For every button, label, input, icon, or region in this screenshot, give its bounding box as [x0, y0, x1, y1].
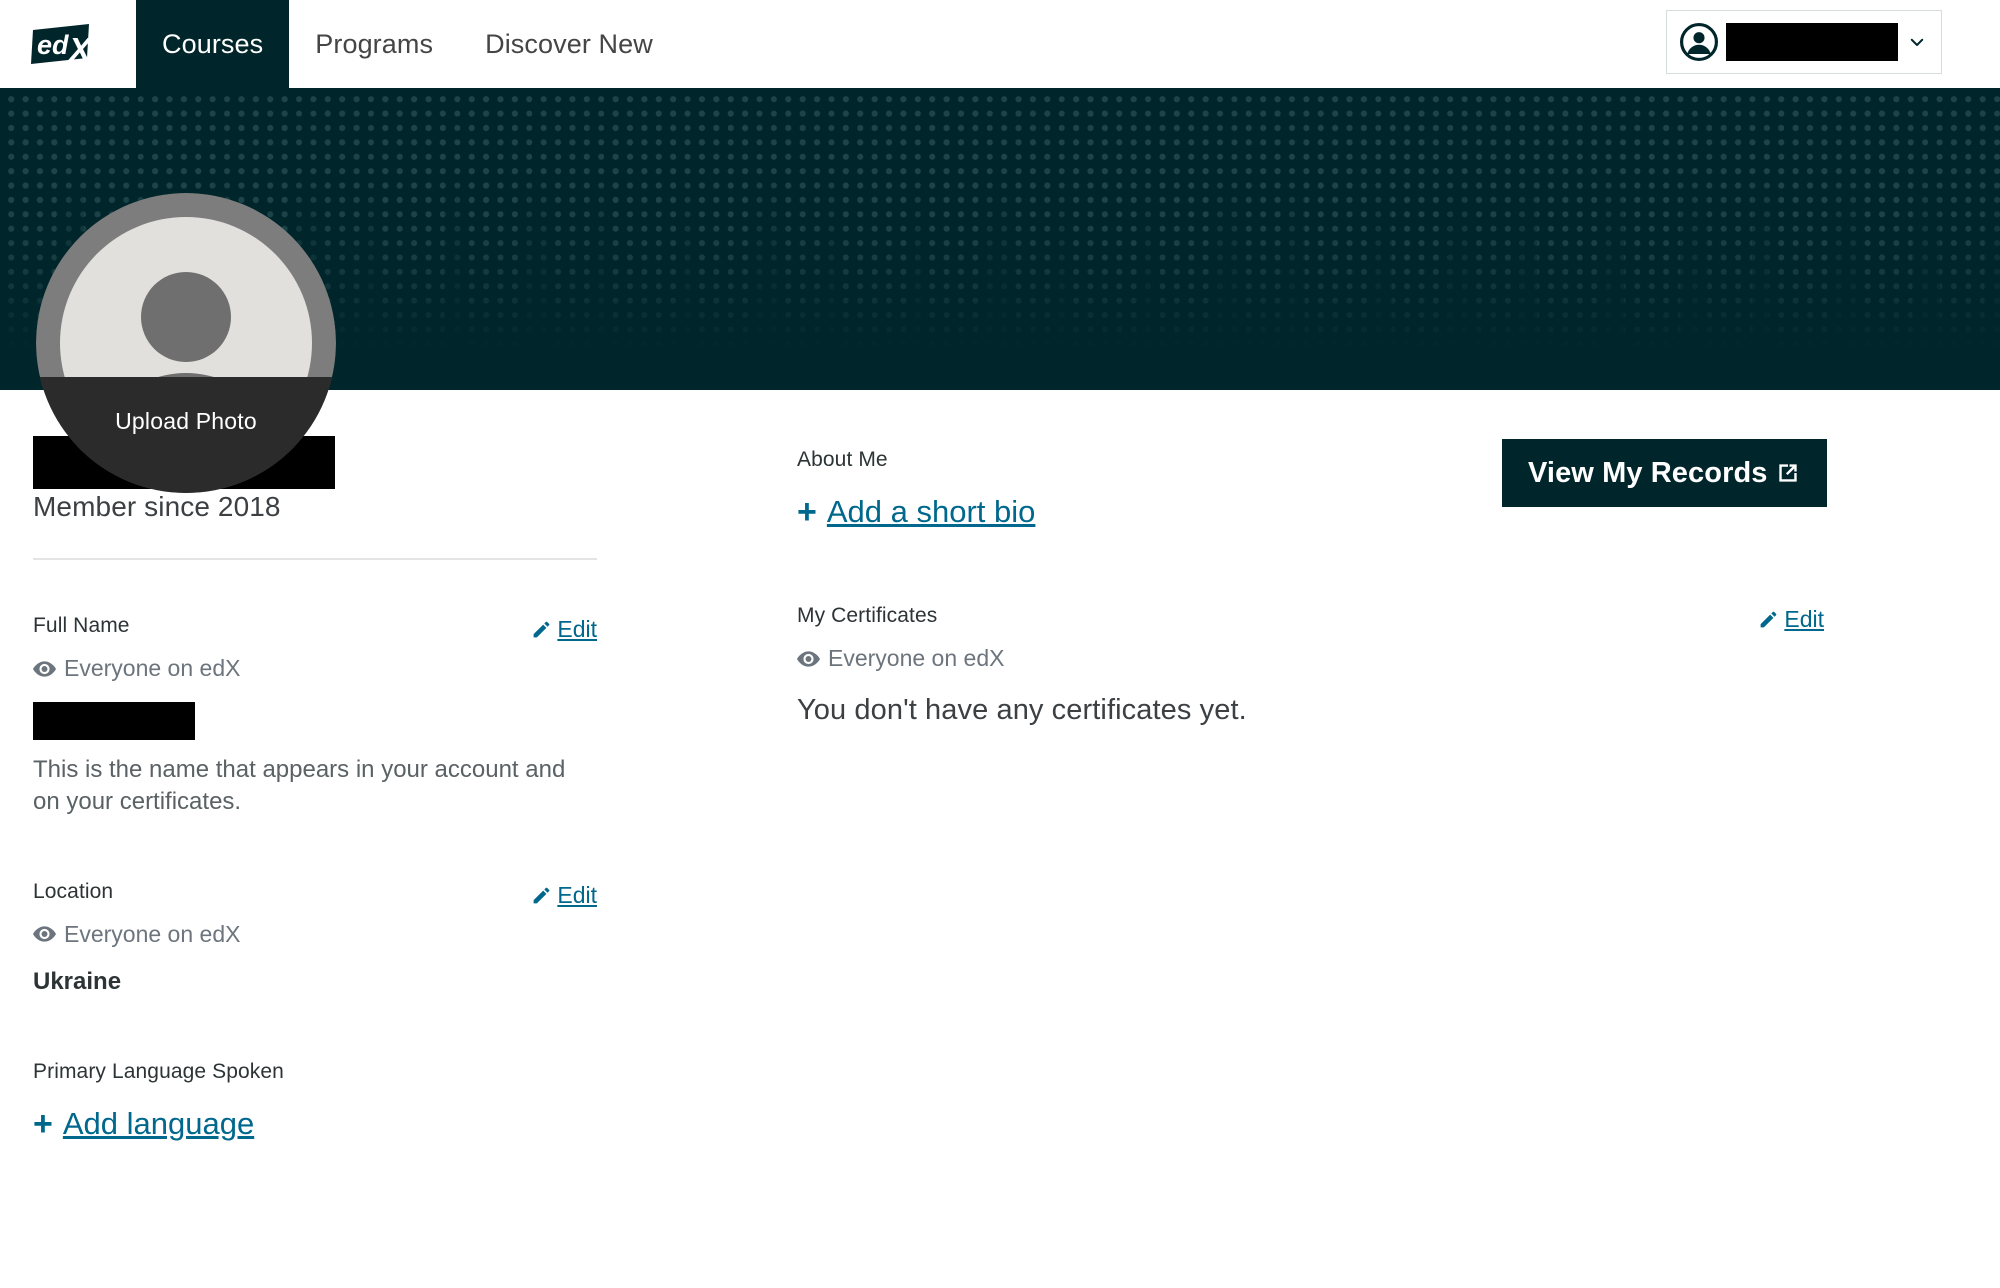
nav-item-courses-label: Courses	[162, 28, 264, 59]
section-my-certificates: My Certificates Edit Everyone on edX You…	[797, 604, 1824, 727]
about-me-label: About Me	[797, 448, 888, 471]
plus-icon: +	[33, 1104, 53, 1143]
user-circle-icon	[1680, 23, 1718, 61]
edit-location-link[interactable]: Edit	[531, 882, 597, 909]
top-navigation-bar: ed X Courses Programs Discover New	[0, 0, 2000, 88]
add-short-bio-label: Add a short bio	[826, 494, 1036, 529]
main-nav-items: Courses Programs Discover New	[136, 0, 679, 88]
nav-item-discover-new-label: Discover New	[485, 28, 653, 59]
section-about-me: About Me + Add a short bio	[797, 448, 1817, 530]
edit-location-label: Edit	[557, 881, 597, 908]
nav-item-courses[interactable]: Courses	[136, 0, 290, 88]
field-full-name-visibility-label: Everyone on edX	[64, 655, 241, 681]
add-language-link[interactable]: + Add language	[33, 1106, 254, 1142]
add-language-label: Add language	[62, 1105, 255, 1141]
upload-photo-overlay[interactable]: Upload Photo	[36, 377, 336, 493]
edit-full-name-link[interactable]: Edit	[531, 616, 597, 643]
field-location-label: Location	[33, 879, 114, 903]
my-certificates-label: My Certificates	[797, 604, 938, 627]
certificates-empty-message: You don't have any certificates yet.	[797, 694, 1247, 726]
svg-text:ed: ed	[37, 30, 69, 60]
field-full-name-value-redacted	[33, 702, 195, 740]
edit-full-name-label: Edit	[557, 616, 597, 642]
profile-avatar-upload[interactable]: Upload Photo	[36, 193, 336, 493]
field-location-header: Location Edit	[33, 880, 597, 909]
svg-text:X: X	[67, 31, 93, 67]
my-certificates-visibility-label: Everyone on edX	[828, 645, 1005, 671]
my-certificates-visibility: Everyone on edX	[797, 645, 1817, 672]
eye-icon	[33, 660, 56, 677]
field-location-visibility: Everyone on edX	[33, 921, 597, 948]
add-short-bio-link[interactable]: + Add a short bio	[797, 494, 1035, 530]
pencil-icon	[533, 621, 550, 638]
nav-item-programs[interactable]: Programs	[289, 0, 459, 88]
pencil-icon	[533, 887, 550, 904]
nav-item-programs-label: Programs	[315, 28, 434, 59]
profile-left-column: Member since 2018 Full Name Edit Everyon…	[33, 390, 603, 1142]
field-full-name-visibility: Everyone on edX	[33, 655, 597, 682]
pencil-icon	[1760, 611, 1777, 628]
plus-icon: +	[797, 493, 817, 531]
field-location: Location Edit Everyone on edX Ukraine	[33, 880, 597, 996]
field-primary-language-label: Primary Language Spoken	[33, 1059, 284, 1083]
nav-item-discover-new[interactable]: Discover New	[459, 0, 679, 88]
field-location-visibility-label: Everyone on edX	[64, 920, 241, 947]
field-full-name-help: This is the name that appears in your ac…	[33, 756, 566, 815]
edit-certificates-label: Edit	[1784, 606, 1824, 632]
profile-right-column: About Me + Add a short bio My Certificat…	[797, 390, 1824, 727]
upload-photo-label: Upload Photo	[115, 407, 257, 434]
field-full-name: Full Name Edit Everyone on edX This is t…	[33, 614, 597, 818]
my-certificates-header: My Certificates Edit	[797, 604, 1824, 633]
field-location-value: Ukraine	[33, 967, 122, 995]
edx-logo[interactable]: ed X	[0, 0, 136, 88]
eye-icon	[797, 650, 820, 667]
username-redacted	[1726, 23, 1898, 61]
chevron-down-icon[interactable]	[1908, 33, 1926, 51]
field-full-name-header: Full Name Edit	[33, 614, 597, 643]
section-divider	[33, 558, 597, 560]
field-primary-language: Primary Language Spoken + Add language	[33, 1060, 597, 1142]
member-since-text: Member since 2018	[33, 491, 281, 522]
field-full-name-label: Full Name	[33, 614, 130, 637]
user-account-menu[interactable]	[1666, 10, 1942, 74]
edit-certificates-link[interactable]: Edit	[1758, 606, 1824, 633]
eye-icon	[33, 926, 56, 942]
edx-logo-icon: ed X	[31, 24, 93, 67]
